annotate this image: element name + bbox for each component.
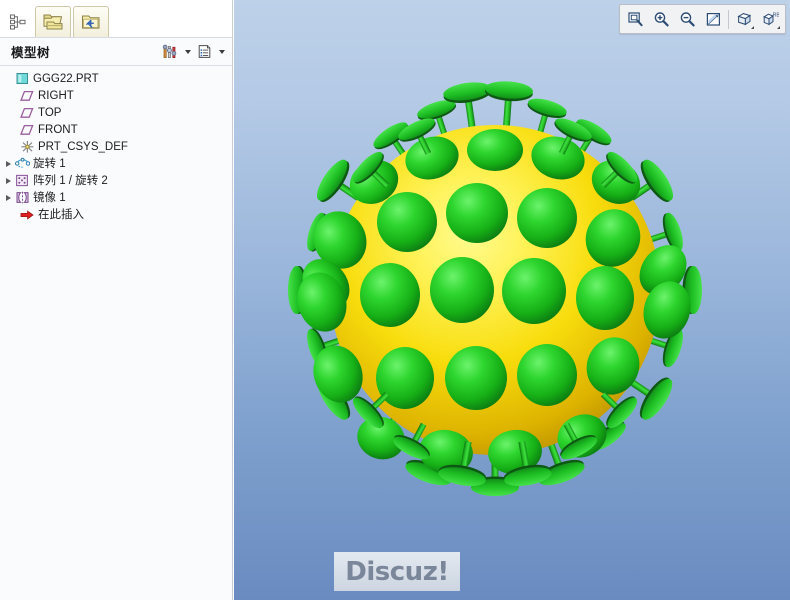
graphics-viewport[interactable]: Discuz! RB	[234, 0, 790, 600]
model-tree-panel: 模型树 GGG22.PRT RIGHT TOP FRONT PRT_CSYS_D…	[0, 0, 233, 600]
revolve-icon	[14, 156, 30, 172]
tree-item-label: FRONT	[38, 123, 78, 136]
refit-button[interactable]	[701, 7, 725, 31]
tree-expander[interactable]	[3, 155, 14, 172]
view-toolbar: RB	[619, 4, 786, 34]
tree-filters-caret[interactable]	[182, 42, 193, 62]
tree-item-insert-here[interactable]: 在此插入	[0, 206, 232, 223]
zoom-box-icon	[627, 11, 643, 26]
tree-expander	[3, 70, 14, 87]
tree-item-revolve-1[interactable]: 旋转 1	[0, 155, 232, 172]
dropdown-corner[interactable]	[751, 26, 754, 29]
list-columns-icon	[198, 45, 211, 58]
dropdown-corner[interactable]	[777, 26, 780, 29]
zoom-in-button[interactable]	[649, 7, 673, 31]
tree-item-label: PRT_CSYS_DEF	[38, 140, 128, 153]
folder-browser-tab[interactable]	[35, 6, 71, 37]
favorites-folder-tab[interactable]	[73, 6, 109, 37]
model-tree[interactable]: GGG22.PRT RIGHT TOP FRONT PRT_CSYS_DEF 旋…	[0, 66, 232, 600]
magnifier-plus-icon	[654, 11, 669, 26]
studded-sphere-model	[288, 79, 702, 496]
model-tree-tab[interactable]	[3, 6, 33, 37]
application-window: 模型树 GGG22.PRT RIGHT TOP FRONT PRT_CSYS_D…	[0, 0, 790, 600]
named-view-icon: RB	[762, 12, 779, 25]
panel-tab-strip	[0, 0, 232, 38]
tree-item-coord-system[interactable]: PRT_CSYS_DEF	[0, 138, 232, 155]
watermark: Discuz!	[334, 552, 460, 591]
tree-item-label: 镜像 1	[33, 191, 66, 204]
tree-item-label: 在此插入	[38, 208, 84, 221]
datum-plane-icon	[19, 88, 35, 104]
tree-item-pattern-1[interactable]: 阵列 1 / 旋转 2	[0, 172, 232, 189]
tree-item-part[interactable]: GGG22.PRT	[0, 70, 232, 87]
display-style-button[interactable]	[732, 7, 756, 31]
tree-item-datum-right[interactable]: RIGHT	[0, 87, 232, 104]
page-title: 模型树	[11, 46, 51, 60]
zoom-to-area-button[interactable]	[623, 7, 647, 31]
mirror-icon	[14, 190, 30, 206]
magnifier-minus-icon	[680, 11, 695, 26]
tree-item-label: RIGHT	[38, 89, 74, 102]
tree-expander[interactable]	[3, 172, 14, 189]
filter-settings-icon	[162, 44, 177, 58]
zoom-out-button[interactable]	[675, 7, 699, 31]
toolbar-separator	[728, 9, 729, 29]
tree-filters-button[interactable]	[160, 42, 181, 62]
folder-star-icon	[82, 15, 100, 29]
shaded-cube-icon	[736, 12, 751, 25]
tree-columns-button[interactable]	[194, 42, 215, 62]
tree-item-label: 阵列 1 / 旋转 2	[33, 174, 108, 187]
repaint-icon	[706, 12, 720, 26]
tree-item-label: GGG22.PRT	[33, 72, 99, 85]
tree-item-label: TOP	[38, 106, 62, 119]
folder-stack-icon	[43, 14, 63, 30]
panel-title-tools	[160, 42, 232, 62]
datum-plane-icon	[19, 105, 35, 121]
tree-expander[interactable]	[3, 189, 14, 206]
tree-columns-caret[interactable]	[216, 42, 227, 62]
tree-item-label: 旋转 1	[33, 157, 66, 170]
tree-structure-icon	[10, 14, 26, 30]
pattern-icon	[14, 173, 30, 189]
svg-text:RB: RB	[772, 12, 778, 18]
insert-here-icon	[19, 207, 35, 223]
tree-item-datum-front[interactable]: FRONT	[0, 121, 232, 138]
saved-views-button[interactable]: RB	[758, 7, 782, 31]
tree-item-mirror-1[interactable]: 镜像 1	[0, 189, 232, 206]
part-icon	[14, 71, 30, 87]
datum-plane-icon	[19, 122, 35, 138]
panel-title-row: 模型树	[0, 38, 232, 66]
watermark-text: Discuz!	[345, 556, 449, 587]
coord-system-icon	[19, 139, 35, 155]
tree-item-datum-top[interactable]: TOP	[0, 104, 232, 121]
